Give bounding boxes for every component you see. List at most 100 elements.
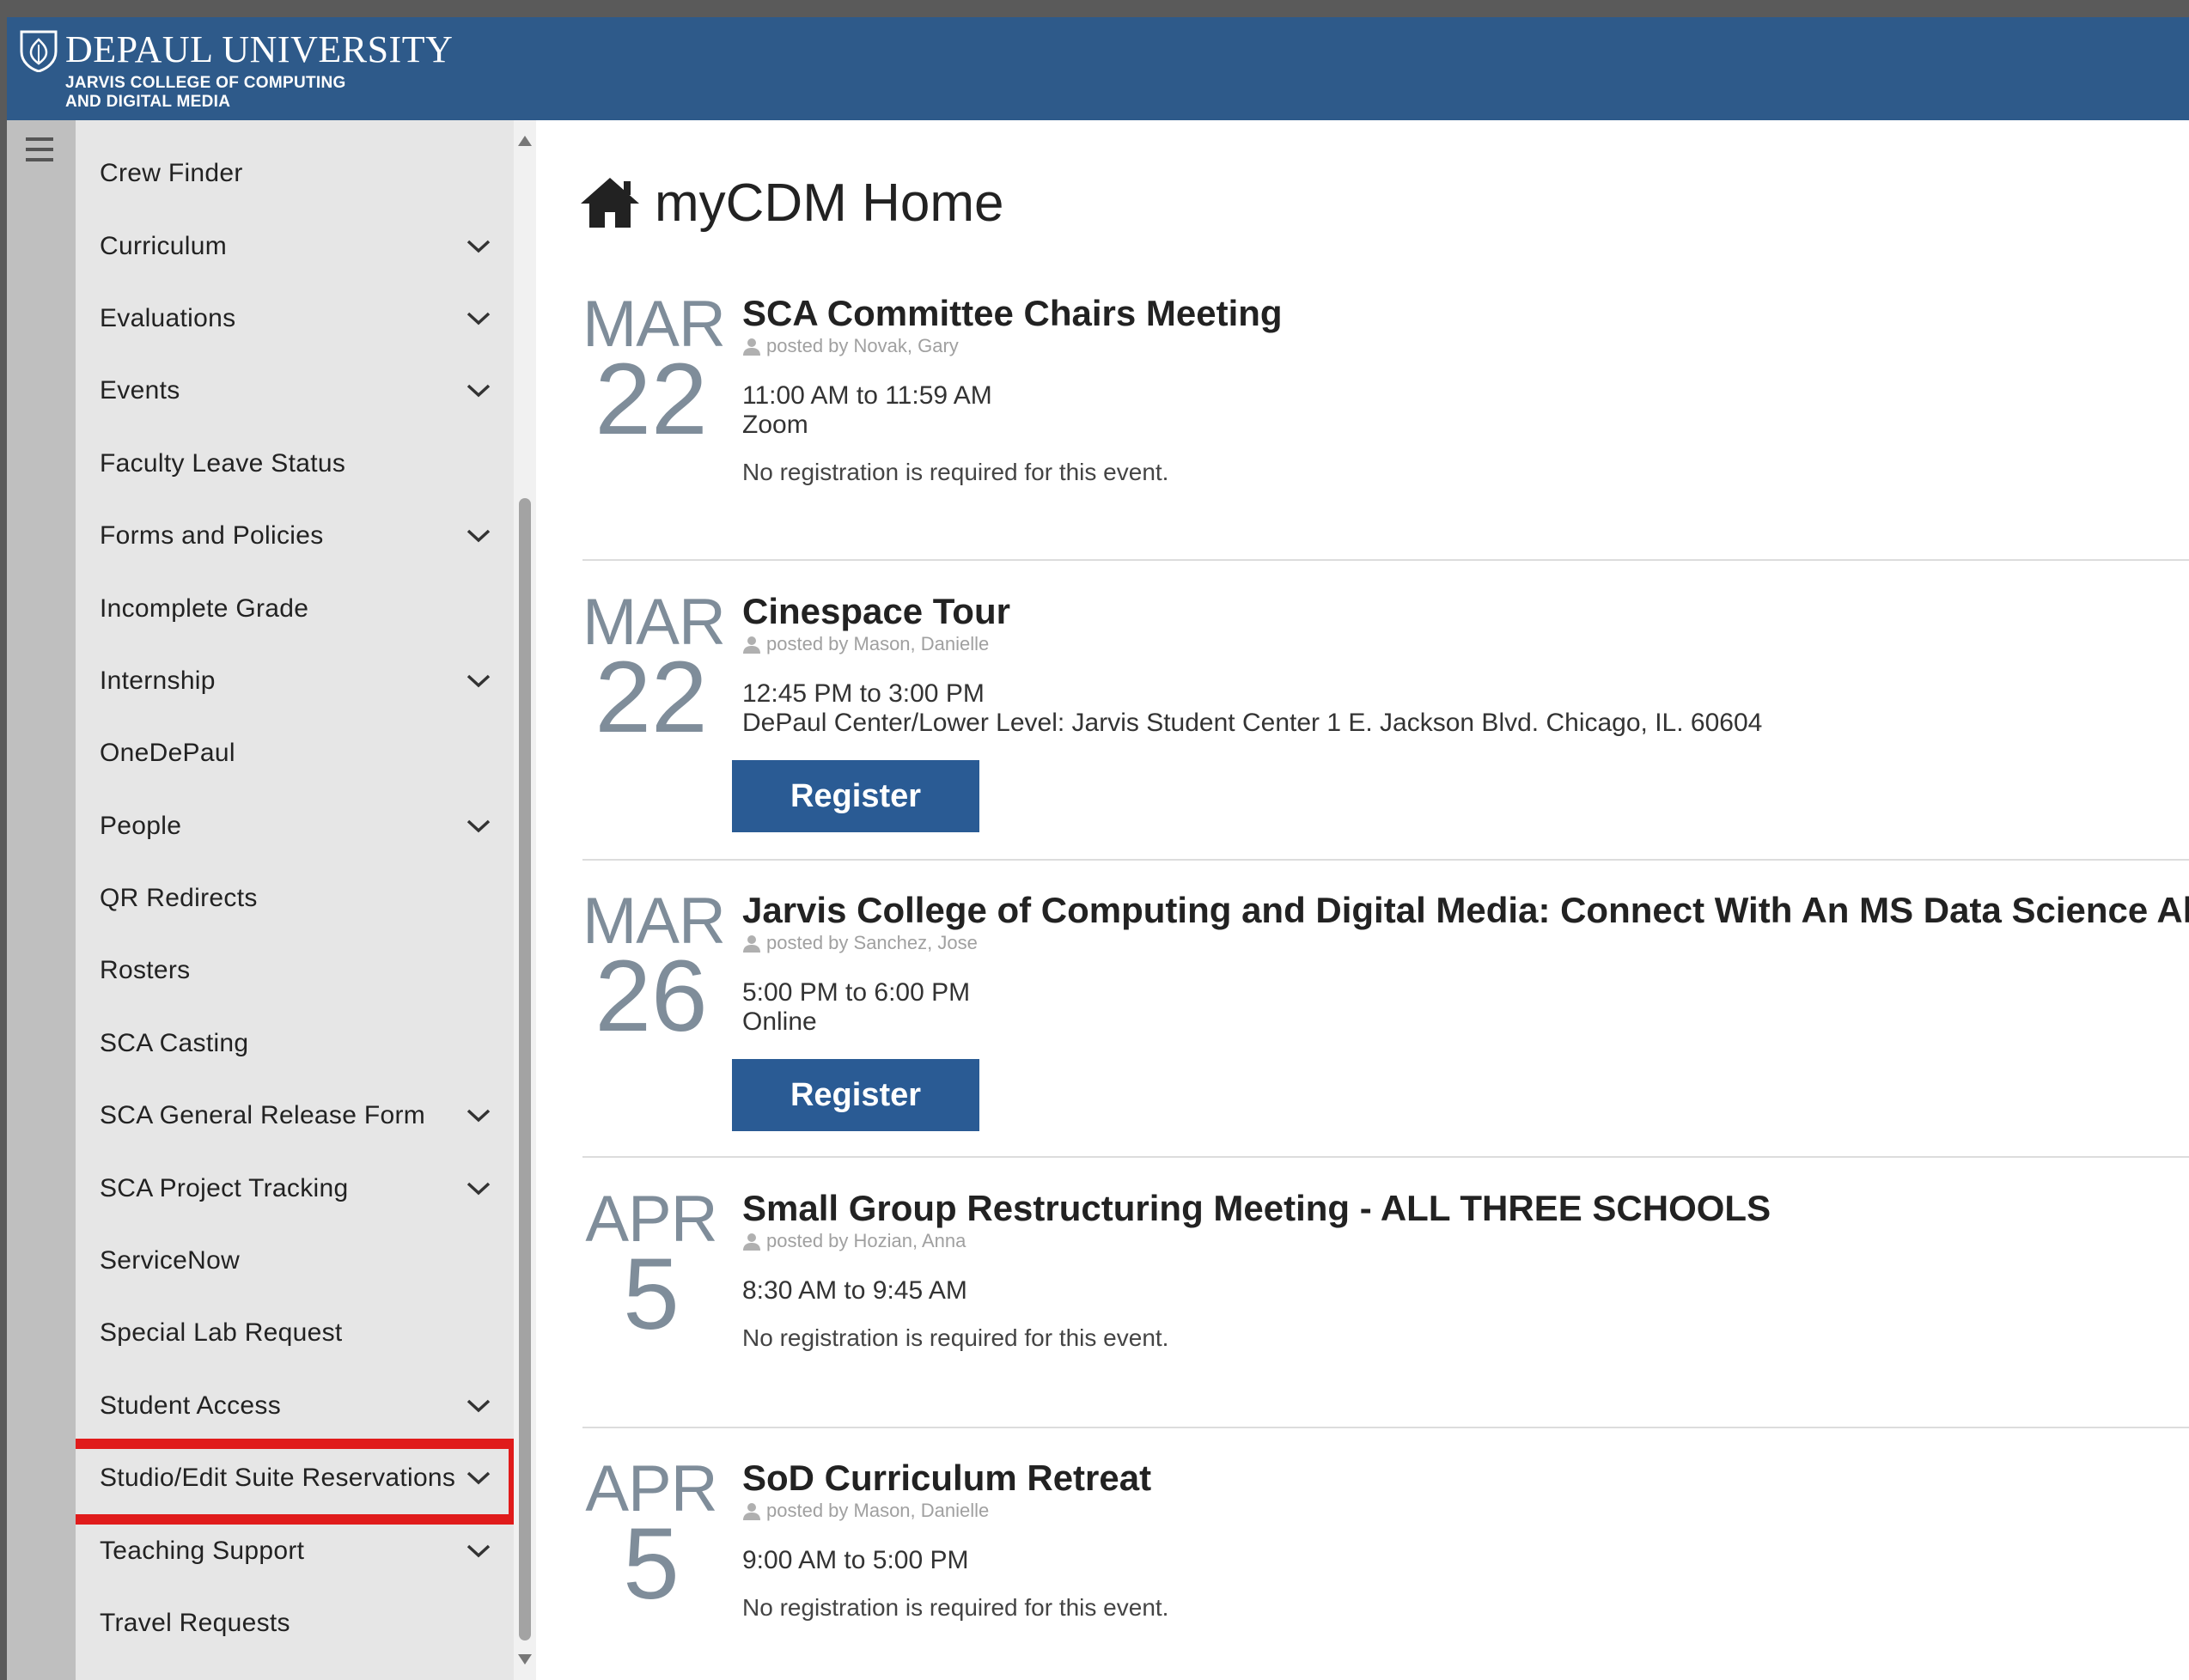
sidebar-item[interactable]: Faculty Leave Status (76, 428, 514, 500)
sidebar-item[interactable]: Special Lab Request (76, 1297, 514, 1369)
chevron-down-icon[interactable] (466, 673, 491, 689)
event-date: APR 5 (582, 1457, 720, 1616)
chevron-down-icon[interactable] (466, 311, 491, 326)
chevron-down-icon[interactable] (466, 239, 491, 254)
event-date: APR 5 (582, 1187, 720, 1346)
sidebar-item-label: Studio/Edit Suite Reservations (100, 1464, 456, 1493)
event-posted-by-text: posted by Mason, Danielle (766, 1500, 990, 1521)
chevron-down-icon[interactable] (466, 528, 491, 544)
sidebar-item-label: SCA Project Tracking (100, 1173, 349, 1202)
sidebar-item[interactable]: OneDePaul (76, 717, 514, 789)
event-item: MAR 22 Cinespace Tour posted by Mason, D… (582, 590, 2189, 861)
brand-name: DEPAUL UNIVERSITY (65, 28, 454, 70)
register-button[interactable]: Register (732, 760, 979, 832)
event-body: SoD Curriculum Retreat posted by Mason, … (742, 1457, 1168, 1622)
event-time: 12:45 PM to 3:00 PM (742, 679, 985, 708)
main-content: myCDM Home MAR 22 SCA Committee Chairs M… (536, 120, 2189, 1680)
event-posted-by: posted by Hozian, Anna (742, 1230, 1771, 1252)
sidebar-list: Crew Finder Curriculum Evaluations Events Fa… (76, 137, 514, 1659)
event-posted-by: posted by Novak, Gary (742, 335, 1283, 357)
sidebar-item-label: People (100, 811, 182, 840)
event-posted-by-text: posted by Novak, Gary (766, 335, 959, 356)
sidebar-item-label: Faculty Leave Status (100, 448, 346, 478)
sidebar-item-label: Incomplete Grade (100, 593, 309, 623)
sidebar-item-label: Forms and Policies (100, 521, 324, 551)
sidebar-item-label: Evaluations (100, 303, 236, 332)
event-body: Jarvis College of Computing and Digital … (742, 889, 2189, 1037)
event-location: Zoom (742, 411, 808, 439)
event-title[interactable]: Jarvis College of Computing and Digital … (742, 889, 2189, 932)
event-time: 9:00 AM to 5:00 PM (742, 1546, 969, 1574)
chevron-down-icon[interactable] (466, 1181, 491, 1196)
event-posted-by: posted by Mason, Danielle (742, 633, 1762, 655)
event-title[interactable]: SCA Committee Chairs Meeting (742, 292, 1283, 335)
chevron-down-icon[interactable] (466, 383, 491, 399)
brand-subtitle-line1: JARVIS COLLEGE OF COMPUTING (65, 74, 346, 92)
event-item: APR 5 SoD Curriculum Retreat posted by M… (582, 1457, 2189, 1680)
sidebar-nav: Crew Finder Curriculum Evaluations Events Fa… (76, 120, 514, 1680)
scrollbar-thumb[interactable] (519, 498, 531, 1640)
sidebar-item[interactable]: Rosters (76, 934, 514, 1007)
event-date: MAR 26 (582, 889, 726, 1053)
hamburger-icon[interactable] (26, 136, 57, 165)
sidebar-item[interactable]: Teaching Support (76, 1514, 514, 1586)
event-day: 26 (595, 940, 708, 1053)
sidebar-item-label: Special Lab Request (100, 1318, 343, 1348)
sidebar-item[interactable]: SCA Casting (76, 1007, 514, 1080)
brand-subtitle-line2: AND DIGITAL MEDIA (65, 93, 231, 111)
sidebar-item[interactable]: SCA General Release Form (76, 1080, 514, 1152)
event-note: No registration is required for this eve… (742, 459, 1169, 485)
event-posted-by: posted by Sanchez, Jose (742, 932, 2189, 954)
sidebar-item[interactable]: SCA Project Tracking (76, 1152, 514, 1224)
sidebar-item[interactable]: QR Redirects (76, 862, 514, 934)
sidebar-item[interactable]: People (76, 790, 514, 862)
chevron-down-icon[interactable] (466, 1543, 491, 1559)
sidebar-item[interactable]: Internship (76, 645, 514, 717)
event-note: No registration is required for this eve… (742, 1594, 1169, 1621)
header-bar: DEPAUL UNIVERSITY JARVIS COLLEGE OF COMP… (7, 17, 2189, 120)
event-item: APR 5 Small Group Restructuring Meeting … (582, 1187, 2189, 1428)
register-button[interactable]: Register (732, 1059, 979, 1131)
scroll-down-arrow-icon[interactable] (518, 1654, 532, 1665)
sidebar-item[interactable]: Crew Finder (76, 137, 514, 210)
event-note: No registration is required for this eve… (742, 1324, 1169, 1351)
sidebar-item[interactable]: Forms and Policies (76, 500, 514, 572)
sidebar-item[interactable]: Student Access (76, 1370, 514, 1442)
page-title-text: myCDM Home (655, 173, 1004, 233)
page-title: myCDM Home (579, 168, 1003, 237)
sidebar-item[interactable]: Travel Requests (76, 1587, 514, 1659)
sidebar-scrollbar[interactable] (514, 120, 536, 1680)
sidebar-item[interactable]: Evaluations (76, 283, 514, 355)
chevron-down-icon[interactable] (466, 819, 491, 834)
sidebar-item[interactable]: Events (76, 355, 514, 427)
chevron-down-icon[interactable] (466, 1470, 491, 1486)
sidebar-item[interactable]: Studio/Edit Suite Reservations (76, 1439, 514, 1525)
sidebar-item-label: SCA Casting (100, 1028, 249, 1057)
chevron-down-icon[interactable] (466, 1108, 491, 1123)
event-time: 5:00 PM to 6:00 PM (742, 978, 971, 1007)
event-body: SCA Committee Chairs Meeting posted by N… (742, 292, 1283, 486)
sidebar-item[interactable]: Incomplete Grade (76, 572, 514, 644)
event-item: MAR 22 SCA Committee Chairs Meeting post… (582, 292, 2189, 561)
sidebar-item-label: SCA General Release Form (100, 1101, 426, 1130)
event-title[interactable]: Small Group Restructuring Meeting - ALL … (742, 1187, 1771, 1230)
chevron-down-icon[interactable] (466, 1398, 491, 1414)
home-icon (581, 178, 639, 228)
event-title[interactable]: SoD Curriculum Retreat (742, 1457, 1168, 1500)
sidebar-item-label: QR Redirects (100, 884, 258, 913)
sidebar-item-label: Crew Finder (100, 159, 243, 188)
brand-subtitle: JARVIS COLLEGE OF COMPUTING AND DIGITAL … (65, 74, 375, 112)
sidebar-item[interactable]: ServiceNow (76, 1225, 514, 1297)
event-title[interactable]: Cinespace Tour (742, 590, 1762, 633)
sidebar-item[interactable]: Curriculum (76, 210, 514, 282)
event-location: DePaul Center/Lower Level: Jarvis Studen… (742, 709, 1763, 737)
event-day: 22 (595, 343, 708, 456)
scroll-up-arrow-icon[interactable] (518, 136, 532, 146)
sidebar-item-label: Student Access (100, 1391, 281, 1420)
sidebar-item-label: Travel Requests (100, 1609, 290, 1637)
event-posted-by-text: posted by Hozian, Anna (766, 1230, 966, 1251)
sidebar-item-label: Rosters (100, 956, 191, 985)
user-icon (743, 1503, 760, 1520)
event-body: Small Group Restructuring Meeting - ALL … (742, 1187, 1771, 1352)
event-posted-by-text: posted by Mason, Danielle (766, 633, 990, 654)
